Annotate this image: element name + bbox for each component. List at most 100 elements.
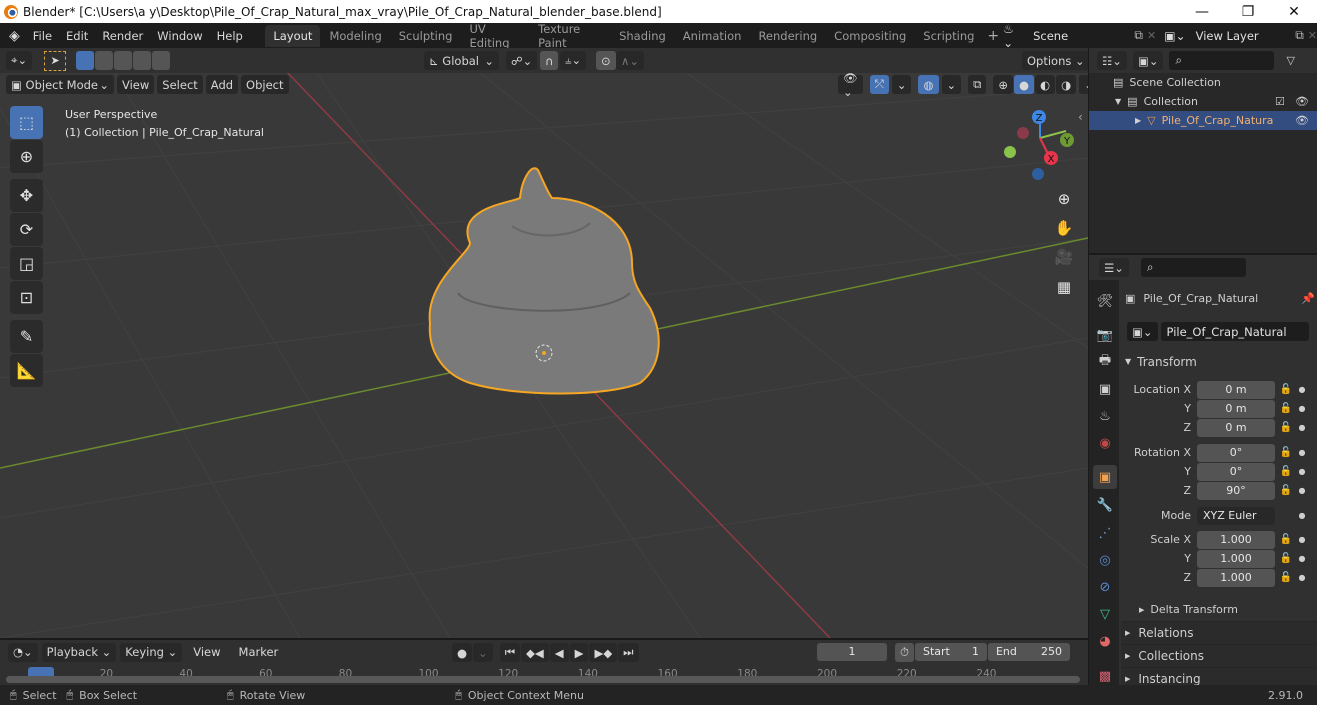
snap-target-dropdown[interactable]: ⫨⌄ [560, 51, 587, 70]
timeline-scrollbar[interactable] [6, 676, 1080, 683]
outliner-row-collection[interactable]: ▼ ▤ Collection ☑ 👁 [1089, 92, 1317, 111]
outliner-filter-layer[interactable]: ▣⌄ [1132, 51, 1164, 70]
outliner-row-object[interactable]: ▶ ▽ Pile_Of_Crap_Natura 👁 [1089, 111, 1317, 130]
delete-scene-icon[interactable]: ✕ [1147, 29, 1156, 42]
overlays-dropdown[interactable]: ⌄ [941, 75, 962, 94]
delete-view-layer-icon[interactable]: ✕ [1308, 29, 1317, 42]
blender-menu-icon[interactable]: ◈ [9, 28, 20, 44]
tool-transform[interactable]: ⊡ [10, 281, 43, 314]
editor-type-button[interactable]: ⌖⌄ [6, 51, 33, 70]
sidebar-toggle-icon[interactable]: ‹ [1078, 110, 1083, 124]
menu-object[interactable]: Object [241, 75, 289, 94]
outliner-row-scene-collection[interactable]: ▤ Scene Collection [1089, 73, 1317, 92]
tab-modifiers[interactable]: 🔧 [1093, 493, 1117, 517]
tab-view-layer[interactable]: ▣ [1093, 377, 1117, 401]
solid-shading-button[interactable]: ● [1014, 75, 1035, 94]
snap-toggle[interactable]: ∩ [540, 51, 559, 70]
falloff-dropdown[interactable]: ∧⌄ [616, 51, 645, 70]
start-frame-field[interactable]: Start 1 [914, 643, 987, 661]
camera-view-button[interactable]: 🎥 [1050, 243, 1078, 271]
menu-add[interactable]: Add [205, 75, 239, 94]
select-subtract-icon[interactable] [114, 51, 133, 70]
scene-icon[interactable]: ♨⌄ [1003, 22, 1021, 50]
jump-end-button[interactable]: ⏭ [618, 643, 639, 662]
menu-playback[interactable]: Playback ⌄ [41, 642, 117, 662]
expand-down-icon[interactable]: ▼ [1115, 97, 1121, 106]
rotation-x-field[interactable]: 0° [1197, 443, 1275, 462]
new-scene-icon[interactable]: ⧉ [1134, 28, 1143, 43]
tab-constraints[interactable]: ⊘ [1093, 575, 1117, 599]
keying-set-dropdown[interactable]: ⌄ [473, 643, 493, 662]
lock-icon[interactable]: 🔓 [1275, 553, 1297, 564]
keyframe-dot-icon[interactable]: ● [1297, 448, 1307, 457]
outliner-display-mode[interactable]: ☷⌄ [1097, 51, 1127, 70]
visibility-dropdown[interactable]: 👁⌄ [838, 71, 863, 99]
location-y-field[interactable]: 0 m [1197, 399, 1275, 418]
tab-particles[interactable]: ⋰ [1093, 521, 1117, 545]
keyframe-dot-icon[interactable]: ● [1297, 423, 1307, 432]
ortho-toggle-button[interactable]: ▦ [1050, 273, 1078, 301]
tab-render[interactable]: 📷 [1093, 323, 1117, 347]
options-dropdown[interactable]: Options ⌄ [1022, 51, 1088, 70]
tab-tool[interactable]: 🛠 [1093, 289, 1117, 313]
tab-scene[interactable]: ♨ [1093, 404, 1117, 428]
scale-x-field[interactable]: 1.000 [1197, 530, 1275, 549]
select-invert-icon[interactable] [133, 51, 152, 70]
scale-z-field[interactable]: 1.000 [1197, 568, 1275, 587]
keyframe-dot-icon[interactable]: ● [1297, 467, 1307, 476]
tab-sculpting[interactable]: Sculpting [391, 25, 461, 47]
active-tool-icon[interactable]: ➤ [44, 50, 67, 71]
object-visibility-eye-icon[interactable]: 👁 [1295, 114, 1309, 127]
select-intersect-icon[interactable] [152, 51, 171, 70]
auto-keying-toggle[interactable]: ● [452, 643, 473, 662]
lock-icon[interactable]: 🔓 [1275, 534, 1297, 545]
tool-cursor[interactable]: ⊕ [10, 140, 43, 173]
wireframe-shading-button[interactable]: ⊕ [993, 75, 1013, 94]
tab-animation[interactable]: Animation [675, 25, 750, 47]
tab-layout[interactable]: Layout [265, 24, 321, 47]
rotation-z-field[interactable]: 90° [1197, 481, 1275, 500]
tool-measure[interactable]: 📐 [10, 354, 43, 387]
transform-orientation-dropdown[interactable]: ⊾ Global ⌄ [424, 51, 499, 70]
tab-material[interactable]: ◕ [1093, 629, 1117, 653]
delta-transform-subpanel[interactable]: ▶ Delta Transform [1121, 598, 1317, 621]
menu-file[interactable]: File [26, 29, 59, 43]
menu-edit[interactable]: Edit [59, 29, 95, 43]
tool-scale[interactable]: ◲ [10, 247, 43, 280]
xray-toggle[interactable]: ⧉ [968, 75, 987, 94]
view-layer-icon[interactable]: ▣⌄ [1164, 29, 1185, 43]
tab-physics[interactable]: ◎ [1093, 548, 1117, 572]
expand-right-icon[interactable]: ▶ [1135, 116, 1141, 125]
new-view-layer-icon[interactable]: ⧉ [1295, 28, 1304, 43]
lock-icon[interactable]: 🔓 [1275, 447, 1297, 458]
transform-panel-header[interactable]: ▼ Transform [1121, 350, 1317, 373]
tool-select-box[interactable]: ⬚ [10, 106, 43, 139]
menu-render[interactable]: Render [95, 29, 150, 43]
tab-compositing[interactable]: Compositing [826, 25, 914, 47]
3d-viewport[interactable]: Z Y X ⌖⌄ ➤ ⊾ Global ⌄ ☍⌄ ∩ ⫨⌄ ⊙ ∧⌄ Option… [0, 48, 1088, 638]
zoom-view-button[interactable]: ⊕ [1050, 185, 1078, 213]
tool-annotate[interactable]: ✎ [10, 320, 43, 353]
tab-object[interactable]: ▣ [1093, 465, 1117, 489]
tab-shading[interactable]: Shading [611, 25, 674, 47]
keyframe-dot-icon[interactable]: ● [1297, 385, 1307, 394]
material-shading-button[interactable]: ◐ [1035, 75, 1056, 94]
location-z-field[interactable]: 0 m [1197, 418, 1275, 437]
mode-dropdown[interactable]: ▣ Object Mode ⌄ [6, 75, 114, 94]
exclude-checkbox-icon[interactable]: ☑ [1275, 95, 1285, 108]
play-reverse-button[interactable]: ◀ [549, 643, 569, 662]
object-browse-dropdown[interactable]: ▣⌄ [1127, 322, 1158, 341]
keyframe-dot-icon[interactable]: ● [1297, 486, 1307, 495]
jump-start-button[interactable]: ⏮ [499, 643, 521, 662]
tab-modeling[interactable]: Modeling [321, 25, 389, 47]
tab-world[interactable]: ◉ [1093, 431, 1117, 455]
maximize-button[interactable]: ❐ [1225, 0, 1271, 23]
lock-icon[interactable]: 🔓 [1275, 422, 1297, 433]
lock-icon[interactable]: 🔓 [1275, 572, 1297, 583]
play-button[interactable]: ▶ [569, 643, 589, 662]
scale-y-field[interactable]: 1.000 [1197, 549, 1275, 568]
collections-panel-header[interactable]: ▶ Collections [1121, 644, 1317, 667]
keyframe-dot-icon[interactable]: ● [1297, 573, 1307, 582]
next-keyframe-button[interactable]: ▶◆ [589, 643, 618, 662]
select-new-icon[interactable] [76, 51, 95, 70]
